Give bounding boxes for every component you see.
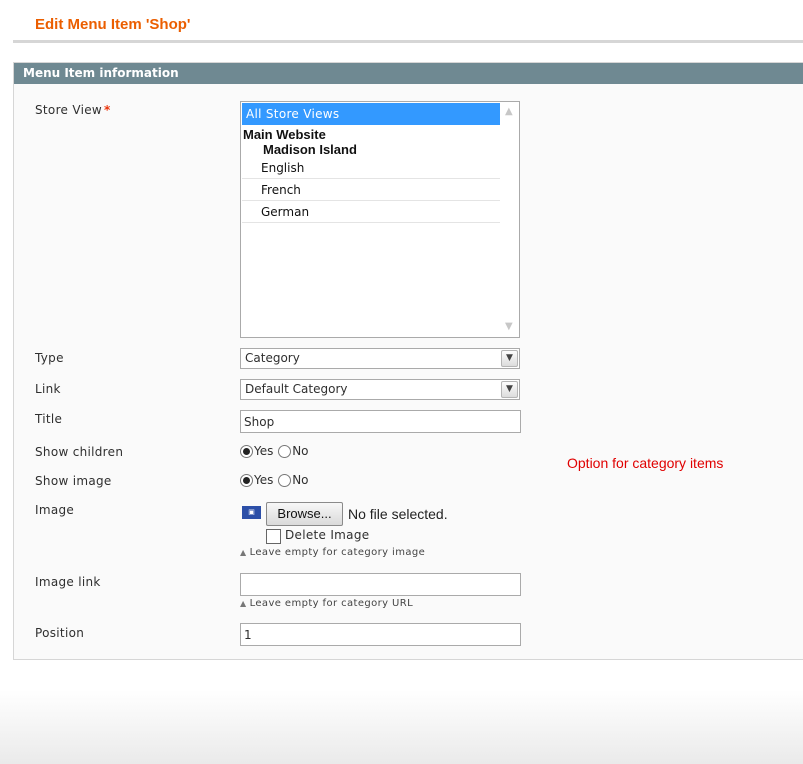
show-image-radios: Yes No	[240, 473, 310, 487]
store-view-multiselect[interactable]: All Store Views Main Website Madison Isl…	[240, 101, 520, 338]
show-children-no-label[interactable]: No	[292, 444, 308, 458]
title-divider	[13, 40, 803, 43]
show-image-no-radio[interactable]	[278, 474, 292, 487]
link-select[interactable]: Default Category ▼	[240, 379, 520, 400]
show-children-yes-label[interactable]: Yes	[254, 444, 273, 458]
store-view-group-store: Madison Island	[263, 142, 357, 157]
required-asterisk: *	[104, 103, 111, 117]
type-select-value: Category	[245, 351, 300, 365]
menu-item-fieldset: Menu Item information Store View * All St…	[13, 62, 803, 660]
title-label: Title	[35, 412, 63, 426]
delete-image-label[interactable]: Delete Image	[285, 528, 369, 542]
chevron-down-icon[interactable]: ▼	[501, 381, 518, 398]
image-link-input[interactable]	[240, 573, 521, 596]
image-hint-text: Leave empty for category image	[249, 547, 426, 558]
link-select-value: Default Category	[245, 382, 348, 396]
store-view-option-english[interactable]: English	[242, 157, 500, 179]
show-image-yes-label[interactable]: Yes	[254, 473, 273, 487]
store-view-label-row: Store View *	[35, 103, 111, 117]
type-label: Type	[35, 351, 64, 365]
store-view-label: Store View	[35, 103, 103, 117]
category-options-note: Option for category items	[567, 455, 724, 471]
image-link-hint: ▲ Leave empty for category URL	[240, 598, 413, 609]
link-label: Link	[35, 382, 61, 396]
show-children-yes-radio[interactable]	[240, 445, 253, 458]
show-image-label: Show image	[35, 474, 112, 488]
position-input[interactable]	[240, 623, 521, 646]
image-link-hint-text: Leave empty for category URL	[249, 598, 414, 609]
hint-arrow-icon: ▲	[240, 599, 247, 608]
image-link-label: Image link	[35, 575, 101, 589]
store-view-option-all[interactable]: All Store Views	[242, 103, 500, 125]
store-view-group-website: Main Website	[243, 127, 326, 142]
show-children-radios: Yes No	[240, 444, 310, 458]
position-label: Position	[35, 626, 85, 640]
store-view-options: All Store Views Main Website Madison Isl…	[242, 103, 500, 336]
fieldset-legend: Menu Item information	[14, 63, 803, 84]
show-children-label: Show children	[35, 445, 124, 459]
store-view-option-german[interactable]: German	[242, 201, 500, 223]
page-title: Edit Menu Item 'Shop'	[35, 16, 191, 33]
title-input[interactable]	[240, 410, 521, 433]
delete-image-checkbox[interactable]	[266, 529, 281, 544]
image-label: Image	[35, 503, 75, 517]
image-thumbnail-icon[interactable]: ▣	[242, 506, 261, 519]
browse-button[interactable]: Browse...	[266, 502, 343, 526]
image-hint: ▲ Leave empty for category image	[240, 547, 425, 558]
show-image-yes-radio[interactable]	[240, 474, 253, 487]
scroll-down-icon[interactable]: ▼	[505, 322, 513, 332]
file-status-text: No file selected.	[348, 506, 448, 522]
type-select[interactable]: Category ▼	[240, 348, 520, 369]
hint-arrow-icon: ▲	[240, 548, 247, 557]
show-image-no-label[interactable]: No	[292, 473, 308, 487]
show-children-no-radio[interactable]	[278, 445, 292, 458]
chevron-down-icon[interactable]: ▼	[501, 350, 518, 367]
scroll-up-icon[interactable]: ▲	[505, 107, 513, 117]
store-view-scrollbar[interactable]: ▲ ▼	[501, 102, 519, 337]
store-view-option-french[interactable]: French	[242, 179, 500, 201]
